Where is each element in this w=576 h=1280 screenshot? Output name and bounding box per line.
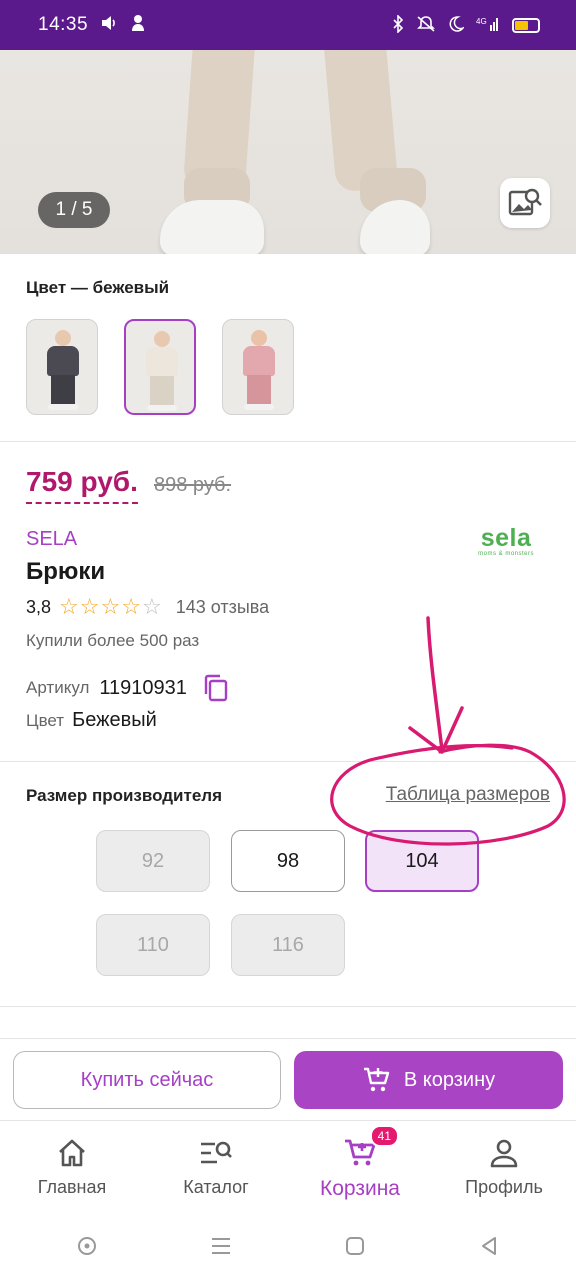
color-swatch-dark-grey[interactable] bbox=[26, 319, 98, 415]
color-row: Цвет Бежевый bbox=[26, 709, 157, 732]
buy-now-button[interactable]: Купить сейчас bbox=[13, 1051, 281, 1109]
home-icon bbox=[56, 1137, 88, 1169]
old-price: 898 руб. bbox=[154, 474, 232, 496]
nav-label-catalog: Каталог bbox=[183, 1177, 249, 1197]
color-label: Цвет bbox=[26, 711, 65, 730]
image-search-icon bbox=[508, 188, 542, 216]
image-search-button[interactable] bbox=[500, 178, 550, 228]
size-option-92[interactable]: 92 bbox=[96, 830, 210, 892]
system-nav-bar bbox=[0, 1216, 576, 1280]
bluetooth-icon bbox=[392, 13, 404, 36]
star-icon: ☆ bbox=[100, 594, 121, 619]
size-option-116[interactable]: 116 bbox=[231, 914, 345, 976]
system-assistant-icon[interactable] bbox=[76, 1235, 98, 1262]
color-section-title: Цвет — бежевый bbox=[26, 278, 170, 297]
nav-label-cart: Корзина bbox=[320, 1177, 400, 1200]
article-label: Артикул bbox=[26, 678, 90, 697]
status-time: 14:35 bbox=[38, 14, 89, 35]
color-swatch-beige[interactable] bbox=[124, 319, 196, 415]
bottom-nav: Главная Каталог 41 Корзина Профиль bbox=[0, 1120, 576, 1216]
size-table-link[interactable]: Таблица размеров bbox=[386, 784, 550, 806]
nav-item-home[interactable]: Главная bbox=[0, 1121, 144, 1216]
nav-item-profile[interactable]: Профиль bbox=[432, 1121, 576, 1216]
reviews-count[interactable]: 143 отзыва bbox=[176, 597, 269, 618]
battery-icon bbox=[512, 17, 540, 33]
signal-4g-icon: 4G bbox=[476, 15, 500, 36]
article-value: 11910931 bbox=[99, 676, 187, 699]
color-swatch-pink[interactable] bbox=[222, 319, 294, 415]
product-photo[interactable]: 1 / 5 bbox=[0, 50, 576, 254]
moon-icon bbox=[448, 15, 466, 35]
purchase-count: Купили более 500 раз bbox=[26, 631, 200, 650]
star-icon: ☆ bbox=[121, 594, 141, 619]
size-option-110[interactable]: 110 bbox=[96, 914, 210, 976]
nav-label-profile: Профиль bbox=[465, 1177, 543, 1197]
brand-link[interactable]: SELA bbox=[26, 528, 77, 551]
star-icon: ☆ bbox=[59, 594, 79, 619]
action-bar: Купить сейчас В корзину bbox=[0, 1038, 576, 1120]
divider bbox=[0, 761, 576, 762]
catalog-search-icon bbox=[199, 1137, 233, 1169]
rating-row[interactable]: 3,8 ☆ ☆ ☆ ☆ ☆ 143 отзыва bbox=[26, 596, 269, 618]
nav-item-cart[interactable]: 41 Корзина bbox=[288, 1121, 432, 1216]
cart-plus-icon bbox=[363, 1067, 390, 1092]
nav-item-catalog[interactable]: Каталог bbox=[144, 1121, 288, 1216]
notification-app-icon bbox=[130, 14, 146, 36]
brand-logo[interactable]: sela moms & monsters bbox=[478, 526, 534, 558]
annotation-arrow-shaft bbox=[426, 616, 444, 752]
status-bar: 14:35 4G bbox=[0, 0, 576, 50]
product-title: Брюки bbox=[26, 558, 106, 585]
current-price[interactable]: 759 руб. bbox=[26, 466, 138, 504]
size-option-104[interactable]: 104 bbox=[365, 830, 479, 892]
divider bbox=[0, 441, 576, 442]
photo-counter: 1 / 5 bbox=[38, 192, 110, 228]
rating-stars: ☆ ☆ ☆ ☆ ☆ bbox=[59, 596, 162, 618]
color-swatches bbox=[26, 319, 294, 415]
sound-icon bbox=[100, 15, 118, 35]
svg-text:4G: 4G bbox=[476, 17, 487, 26]
divider bbox=[0, 1006, 576, 1007]
profile-icon bbox=[489, 1137, 519, 1169]
system-home-icon[interactable] bbox=[344, 1235, 366, 1262]
annotation-arrow-head bbox=[408, 706, 464, 754]
cart-icon: 41 bbox=[343, 1125, 399, 1169]
mute-icon bbox=[416, 15, 436, 36]
star-icon: ☆ bbox=[79, 594, 100, 619]
rating-value: 3,8 bbox=[26, 596, 52, 617]
system-back-icon[interactable] bbox=[478, 1235, 500, 1262]
add-to-cart-label: В корзину bbox=[403, 1068, 496, 1091]
add-to-cart-button[interactable]: В корзину bbox=[294, 1051, 563, 1109]
article-row: Артикул 11910931 bbox=[26, 674, 229, 702]
star-empty-icon: ☆ bbox=[141, 594, 162, 619]
nav-label-home: Главная bbox=[37, 1177, 107, 1197]
system-menu-icon[interactable] bbox=[210, 1236, 232, 1261]
copy-icon[interactable] bbox=[203, 674, 229, 702]
size-option-98[interactable]: 98 bbox=[231, 830, 345, 892]
cart-badge: 41 bbox=[369, 1125, 399, 1147]
color-value: Бежевый bbox=[72, 709, 157, 731]
size-section-title: Размер производителя bbox=[26, 786, 223, 805]
